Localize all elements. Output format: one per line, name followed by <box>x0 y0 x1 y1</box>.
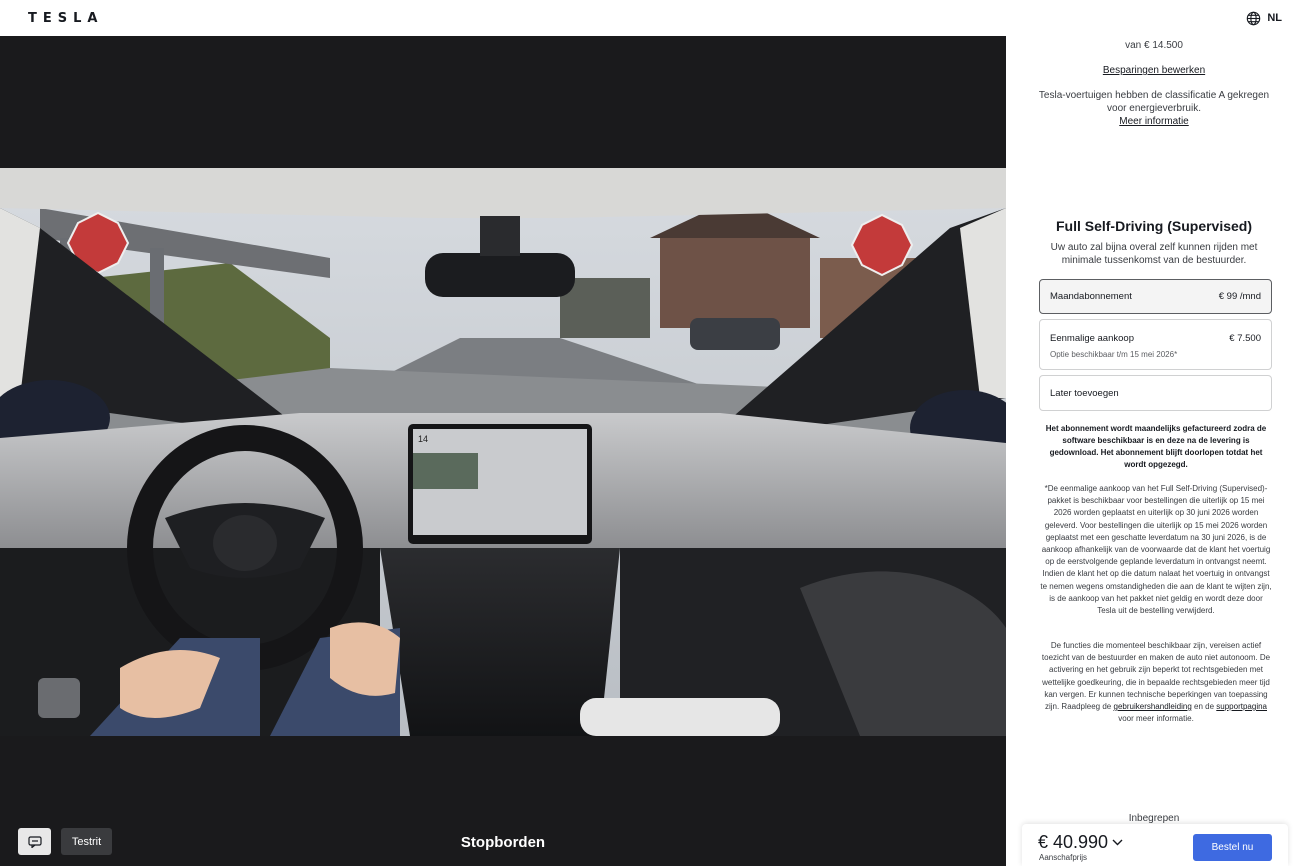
for-more-text: voor meer informatie. <box>1118 714 1194 724</box>
chat-bubble-icon <box>27 835 42 848</box>
car-interior-image: 14 <box>0 168 1006 736</box>
fsd-title: Full Self-Driving (Supervised) <box>1055 218 1253 234</box>
purchase-price: € 40.990 <box>1038 832 1109 852</box>
testdrive-button[interactable]: Testrit <box>61 828 112 855</box>
option-one-time-purchase[interactable]: Eenmalige aankoop € 7.500 Optie beschikb… <box>1039 319 1272 370</box>
support-link[interactable]: supportpagina <box>1216 702 1267 711</box>
price-toggle[interactable]: € 40.990 <box>1038 832 1123 853</box>
edit-savings-link[interactable]: Besparingen bewerken <box>1103 65 1205 76</box>
functions-text: De functies die momenteel beschikbaar zi… <box>1041 641 1271 712</box>
language-selector[interactable]: NL <box>1246 11 1282 26</box>
option-price: € 7.500 <box>1229 333 1261 344</box>
tesla-logo[interactable]: TESLA <box>28 11 103 26</box>
price-bar: € 40.990 Aanschafprijs Bestel nu <box>1022 824 1288 866</box>
manual-link[interactable]: gebruikershandleiding <box>1114 702 1192 711</box>
screen-speed: 14 <box>418 434 428 444</box>
edit-savings-link-wrap: Besparingen bewerken <box>1036 65 1272 76</box>
chat-button[interactable] <box>18 828 51 855</box>
option-label: Later toevoegen <box>1050 387 1119 399</box>
option-label: Eenmalige aankoop <box>1050 333 1134 344</box>
more-info-link-wrap: Meer informatie <box>1036 116 1272 127</box>
media-caption: Stopborden <box>460 834 546 851</box>
option-monthly-subscription[interactable]: Maandabonnement € 99 /mnd <box>1039 279 1272 314</box>
top-header: TESLA NL <box>0 0 1300 36</box>
purchase-disclaimer: *De eenmalige aankoop van het Full Self-… <box>1040 484 1272 616</box>
fsd-description: Uw auto zal bijna overal zelf kunnen rij… <box>1050 242 1258 266</box>
order-now-button[interactable]: Bestel nu <box>1193 834 1272 861</box>
more-info-link[interactable]: Meer informatie <box>1119 116 1188 127</box>
config-panel: van € 14.500 Besparingen bewerken Tesla-… <box>1006 36 1300 866</box>
functions-disclaimer: De functies die momenteel beschikbaar zi… <box>1040 640 1272 725</box>
option-add-later[interactable]: Later toevoegen <box>1039 375 1272 411</box>
and-the-text: en de <box>1194 702 1215 712</box>
price-label: Aanschafprijs <box>1039 853 1088 862</box>
option-subtext: Optie beschikbaar t/m 15 mei 2026* <box>1050 350 1178 359</box>
option-label: Maandabonnement <box>1050 291 1132 302</box>
energy-text: Tesla-voertuigen hebben de classificatie… <box>1038 90 1270 114</box>
media-panel: 14 Stopborden Testrit <box>0 36 1006 866</box>
included-heading: Inbegrepen <box>1128 813 1180 824</box>
globe-icon <box>1247 11 1261 25</box>
savings-amount: van € 14.500 <box>1125 40 1183 51</box>
chevron-down-icon <box>1112 839 1123 846</box>
subscription-notice: Het abonnement wordt maandelijks gefactu… <box>1045 424 1267 469</box>
option-price: € 99 /mnd <box>1218 291 1261 302</box>
language-code: NL <box>1267 12 1282 24</box>
